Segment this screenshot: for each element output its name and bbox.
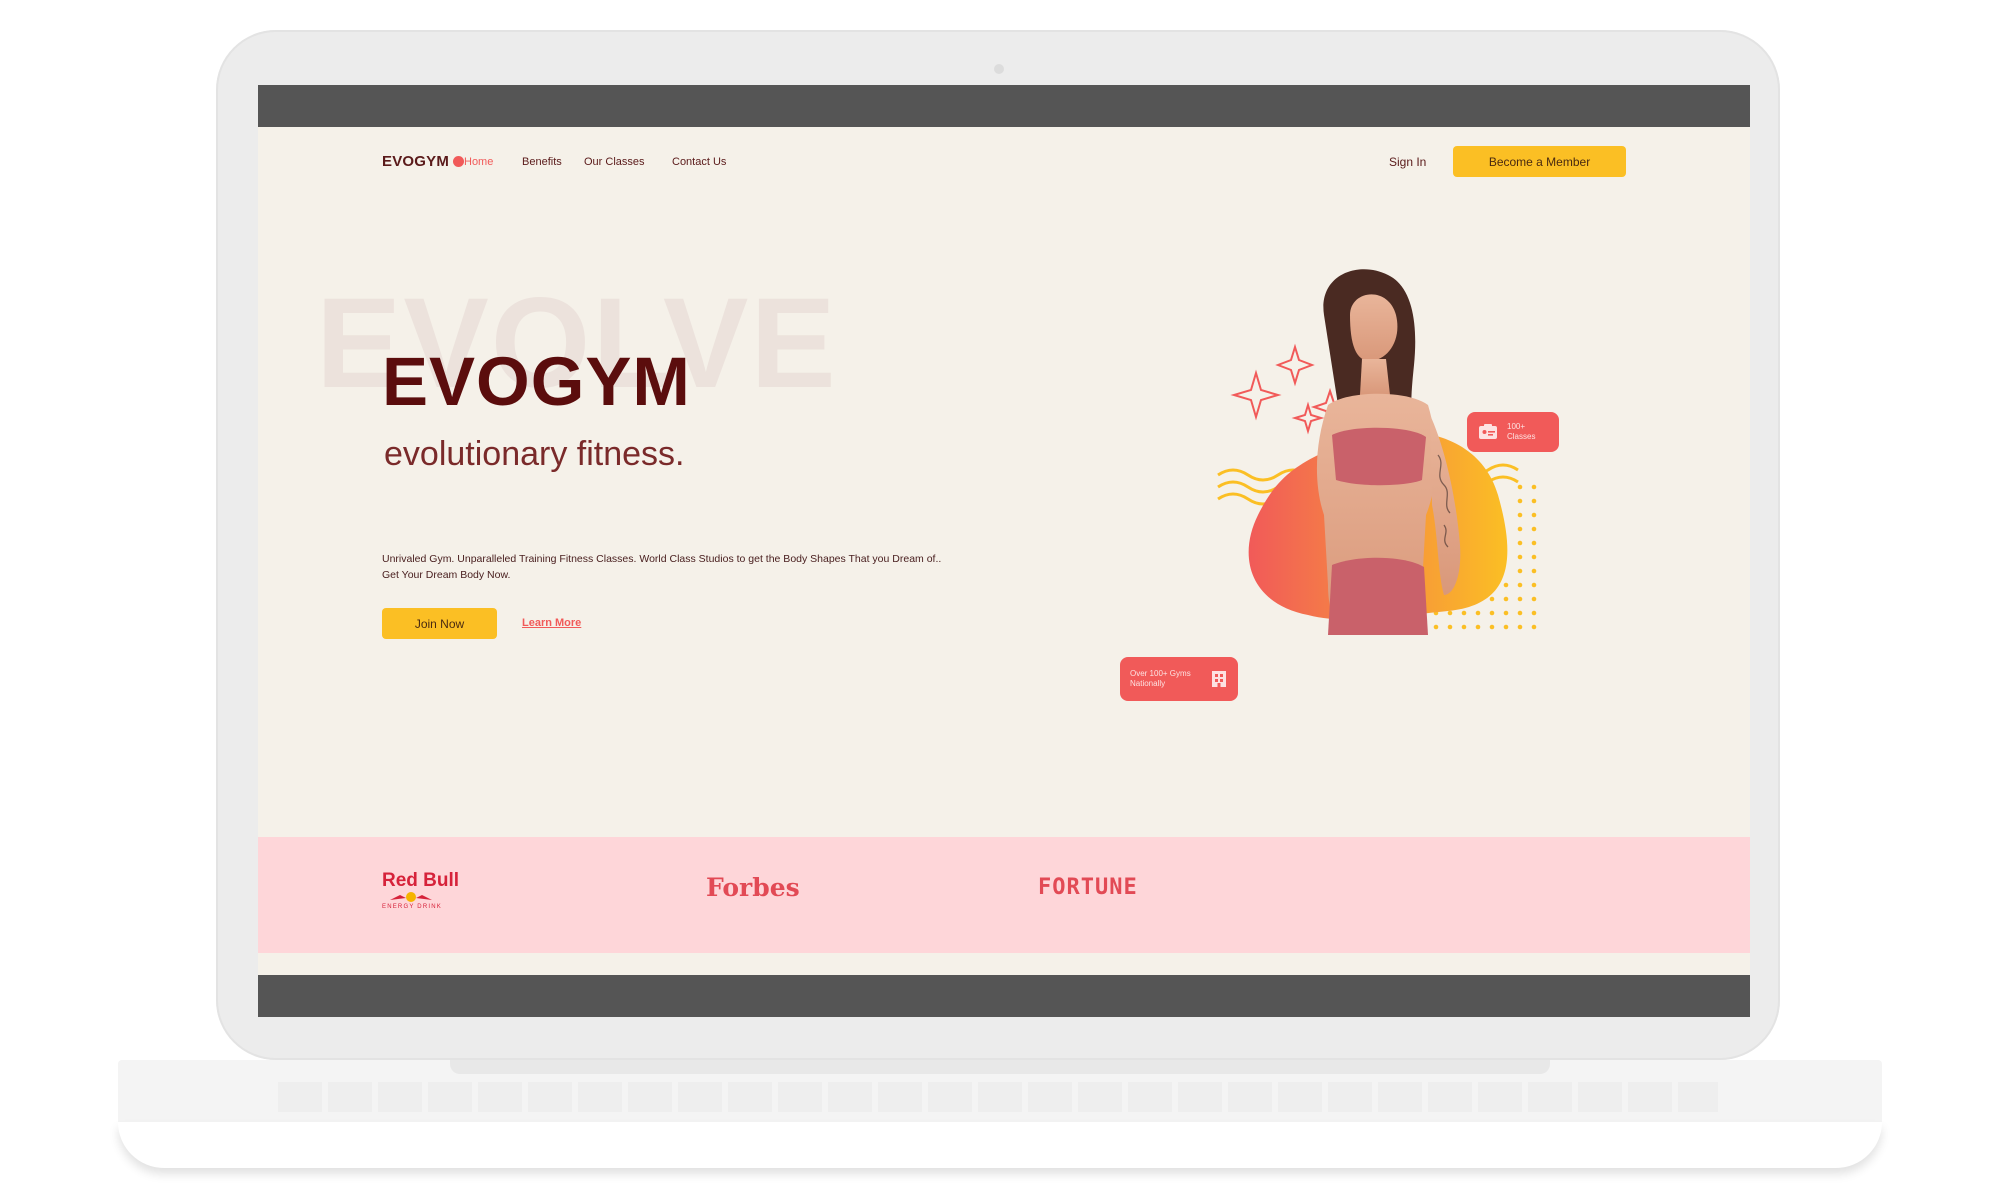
screen-bottom-bar bbox=[258, 975, 1750, 1017]
forbes-logo: Forbes bbox=[706, 873, 800, 902]
nav-home[interactable]: Home bbox=[464, 156, 493, 168]
sign-in-link[interactable]: Sign In bbox=[1389, 155, 1426, 169]
fortune-logo: FORTUNE bbox=[1038, 875, 1138, 900]
redbull-logo-text: Red Bull bbox=[382, 870, 460, 891]
hero-title: EVOGYM bbox=[382, 343, 691, 420]
sponsors-band: Red Bull ENERGY DRINK Forbes FORTUNE bbox=[258, 837, 1750, 953]
learn-more-link[interactable]: Learn More bbox=[522, 617, 581, 629]
keyboard-keys bbox=[278, 1082, 1718, 1112]
nav-benefits[interactable]: Benefits bbox=[522, 156, 562, 168]
redbull-subtitle: ENERGY DRINK bbox=[382, 904, 442, 910]
hero-graphic bbox=[1217, 269, 1537, 635]
brand-logo-text: EVOGYM bbox=[382, 153, 450, 170]
laptop-base bbox=[118, 1060, 1882, 1168]
hero-description: Unrivaled Gym. Unparalleled Training Fit… bbox=[382, 553, 942, 581]
classes-badge: 100+ Classes bbox=[1467, 412, 1559, 452]
building-icon bbox=[1212, 671, 1226, 687]
classes-badge-text: 100+ Classes bbox=[1507, 422, 1536, 441]
laptop-hinge bbox=[450, 1060, 1550, 1074]
screen-top-bar bbox=[258, 85, 1750, 127]
become-member-button[interactable]: Become a Member bbox=[1453, 146, 1626, 177]
logo-dot-icon bbox=[453, 156, 465, 167]
bull-icon bbox=[390, 892, 432, 902]
laptop-screen: EVOGYM Home Benefits Our Classes Contact… bbox=[258, 85, 1750, 1017]
nav-contact-us[interactable]: Contact Us bbox=[672, 156, 726, 168]
nav-our-classes[interactable]: Our Classes bbox=[584, 156, 645, 168]
redbull-logo: Red Bull ENERGY DRINK bbox=[382, 871, 459, 910]
laptop-base-edge bbox=[118, 1122, 1882, 1168]
join-now-button[interactable]: Join Now bbox=[382, 608, 497, 639]
brand-logo[interactable]: EVOGYM bbox=[382, 153, 465, 170]
gyms-badge: Over 100+ Gyms Nationally bbox=[1120, 657, 1238, 701]
hero-subtitle: evolutionary fitness. bbox=[384, 435, 685, 473]
gyms-badge-text: Over 100+ Gyms Nationally bbox=[1130, 669, 1191, 688]
webcam-icon bbox=[994, 64, 1004, 74]
id-card-icon bbox=[1479, 424, 1497, 439]
